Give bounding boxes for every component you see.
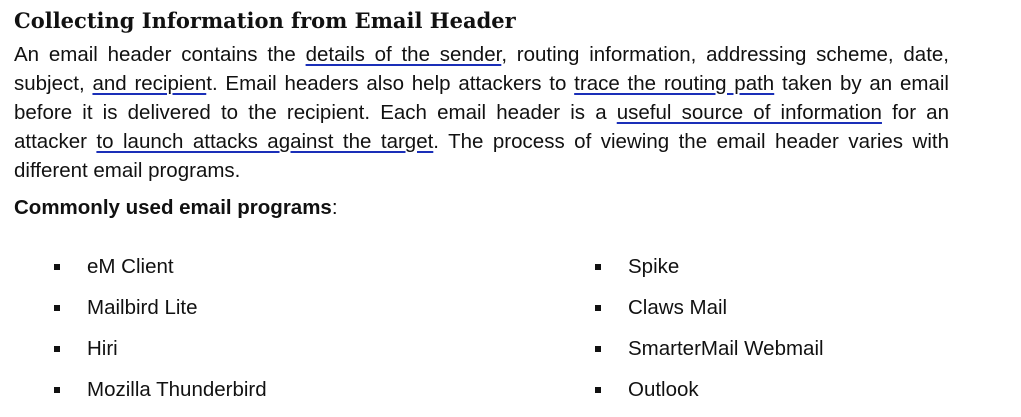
programs-subheading-bold: Commonly used email programs <box>14 196 332 219</box>
list-item-label: Mozilla Thunderbird <box>87 378 267 401</box>
underlined-phrase: details of the sender <box>305 43 502 66</box>
square-bullet-icon <box>595 264 601 270</box>
programs-subheading: Commonly used email programs: <box>14 194 949 222</box>
square-bullet-icon <box>54 387 60 393</box>
square-bullet-icon <box>54 305 60 311</box>
paragraph-text: t. Email headers also help attackers to <box>206 72 575 95</box>
intro-paragraph: An email header contains the details of … <box>14 40 949 185</box>
square-bullet-icon <box>595 346 601 352</box>
list-item-label: SmarterMail Webmail <box>628 337 824 360</box>
programs-subheading-colon: : <box>331 196 338 219</box>
underlined-phrase: to launch attacks against the target <box>96 130 434 153</box>
list-item-label: Outlook <box>628 378 699 401</box>
list-item-label: Claws Mail <box>628 296 728 319</box>
square-bullet-icon <box>595 305 601 311</box>
document-page: Collecting Information from Email Header… <box>14 8 949 222</box>
underlined-phrase: and recipien <box>92 72 207 95</box>
section-heading: Collecting Information from Email Header <box>14 8 516 33</box>
list-item-label: eM Client <box>87 255 174 278</box>
square-bullet-icon <box>54 264 60 270</box>
square-bullet-icon <box>54 346 60 352</box>
list-item-label: Mailbird Lite <box>87 296 198 319</box>
paragraph-text: An email header contains the <box>14 43 306 66</box>
underlined-phrase: trace the routing path <box>574 72 775 95</box>
list-item-label: Spike <box>628 255 680 278</box>
square-bullet-icon <box>595 387 601 393</box>
underlined-phrase: useful source of information <box>616 101 882 124</box>
list-item-label: Hiri <box>87 337 118 360</box>
